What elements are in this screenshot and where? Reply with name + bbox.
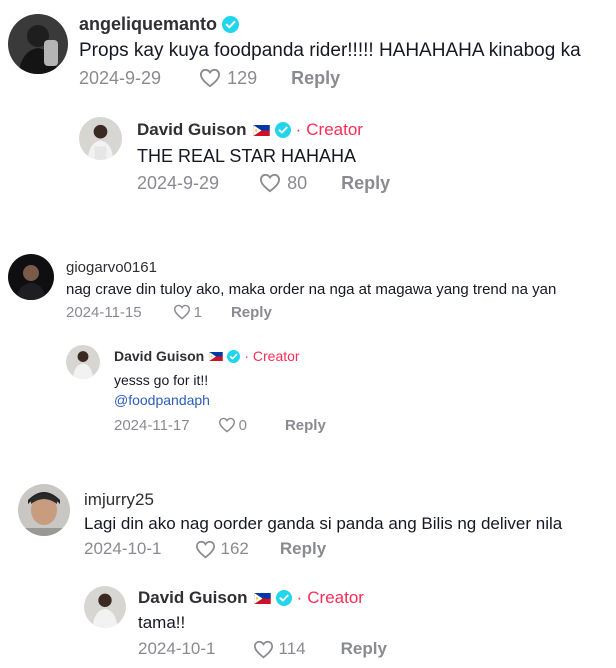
- avatar[interactable]: [18, 484, 70, 536]
- username-text[interactable]: David Guison: [114, 348, 204, 364]
- comment-date: 2024-11-15: [66, 303, 142, 321]
- like-heart-icon[interactable]: [199, 68, 221, 88]
- reply-meta: 2024-10-1 114 Reply: [138, 638, 387, 660]
- reply-meta: 2024-9-29 80 Reply: [137, 171, 390, 195]
- comment-meta: 2024-9-29 129 Reply: [79, 66, 340, 90]
- verified-badge-icon: [222, 15, 240, 33]
- like-heart-icon[interactable]: [173, 304, 191, 320]
- comment-date: 2024-10-1: [84, 539, 162, 558]
- reply-button[interactable]: Reply: [231, 304, 272, 321]
- like-count: 114: [278, 639, 306, 658]
- reply-meta: 2024-11-17 0 Reply: [114, 415, 326, 435]
- like-count: 162: [220, 539, 249, 558]
- like-count: 80: [287, 172, 308, 193]
- username-text[interactable]: David Guison: [137, 120, 247, 140]
- reply-date: 2024-10-1: [138, 639, 216, 658]
- comment-username[interactable]: angeliquemanto: [79, 12, 240, 36]
- reply-text: tama!!: [138, 613, 186, 632]
- reply-date: 2024-11-17: [114, 416, 190, 434]
- creator-label: Creator: [307, 588, 364, 607]
- like-heart-icon[interactable]: [253, 640, 274, 659]
- philippines-flag-icon: [209, 351, 223, 361]
- comment-username[interactable]: imjurry25: [84, 489, 154, 511]
- creator-label: Creator: [252, 348, 300, 364]
- verified-badge-icon: [274, 122, 291, 138]
- separator-dot: ·: [296, 588, 303, 607]
- philippines-flag-icon: [252, 124, 270, 136]
- username-text[interactable]: imjurry25: [84, 490, 154, 510]
- reply-button[interactable]: Reply: [285, 417, 326, 434]
- like-heart-icon[interactable]: [259, 173, 281, 193]
- comment-username[interactable]: giogarvo0161: [66, 257, 157, 277]
- comment-date: 2024-9-29: [79, 67, 162, 88]
- like-heart-icon[interactable]: [195, 540, 216, 559]
- like-count: 0: [238, 416, 247, 434]
- philippines-flag-icon: [253, 592, 271, 604]
- reply-username[interactable]: David Guison · Creator: [137, 118, 363, 142]
- separator-dot: ·: [244, 348, 249, 364]
- avatar[interactable]: [8, 14, 68, 74]
- comment-text: Props kay kuya foodpanda rider!!!!! HAHA…: [79, 40, 581, 61]
- reply-username[interactable]: David Guison · Creator: [114, 346, 300, 366]
- avatar[interactable]: [84, 586, 126, 628]
- comment-meta: 2024-11-15 1 Reply: [66, 302, 272, 322]
- verified-badge-icon: [227, 349, 241, 363]
- username-text[interactable]: angeliquemanto: [79, 14, 217, 35]
- reply-button[interactable]: Reply: [280, 539, 326, 559]
- reply-button[interactable]: Reply: [291, 68, 340, 89]
- avatar[interactable]: [66, 345, 100, 379]
- like-heart-icon[interactable]: [218, 417, 236, 433]
- mention-link[interactable]: @foodpandaph: [114, 392, 210, 408]
- like-count: 129: [227, 67, 258, 88]
- comment-text: Lagi din ako nag oorder ganda si panda a…: [84, 514, 563, 533]
- reply-text: yesss go for it!!: [114, 372, 209, 388]
- comment-text: nag crave din tuloy ako, maka order na n…: [66, 281, 557, 298]
- like-count: 1: [193, 303, 202, 321]
- creator-label: Creator: [306, 120, 363, 139]
- username-text[interactable]: giogarvo0161: [66, 259, 157, 276]
- verified-badge-icon: [275, 590, 292, 606]
- reply-text: THE REAL STAR HAHAHA: [137, 146, 357, 166]
- avatar[interactable]: [79, 117, 122, 160]
- reply-button[interactable]: Reply: [341, 173, 390, 194]
- separator-dot: ·: [295, 120, 302, 139]
- username-text[interactable]: David Guison: [138, 588, 248, 608]
- reply-date: 2024-9-29: [137, 172, 220, 193]
- avatar[interactable]: [8, 254, 54, 300]
- reply-username[interactable]: David Guison · Creator: [138, 587, 364, 609]
- reply-button[interactable]: Reply: [341, 639, 387, 659]
- comment-meta: 2024-10-1 162 Reply: [84, 538, 326, 560]
